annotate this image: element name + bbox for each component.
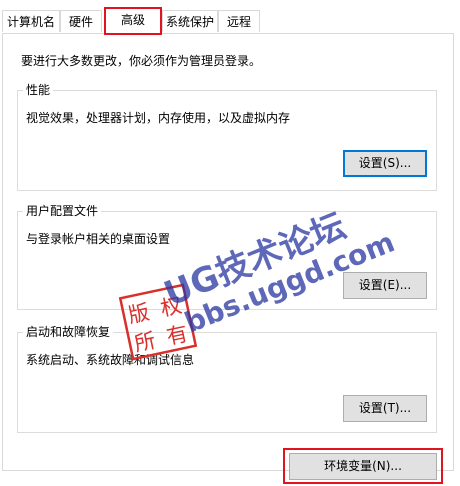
performance-settings-button[interactable]: 设置(S)... [343, 150, 427, 177]
user-profiles-settings-button[interactable]: 设置(E)... [343, 272, 427, 299]
tab-strip: 计算机名 硬件 高级 系统保护 远程 [0, 0, 460, 35]
tab-hardware[interactable]: 硬件 [60, 10, 102, 32]
system-properties-dialog: 计算机名 硬件 高级 系统保护 远程 要进行大多数更改，你必须作为管理员登录。 … [0, 0, 460, 486]
advanced-tab-highlight [104, 7, 162, 35]
performance-description: 视觉效果，处理器计划，内存使用，以及虚拟内存 [26, 111, 291, 125]
startup-recovery-title: 启动和故障恢复 [23, 324, 114, 340]
user-profiles-group: 用户配置文件 与登录帐户相关的桌面设置 设置(E)... [17, 203, 437, 310]
startup-recovery-settings-button[interactable]: 设置(T)... [343, 395, 427, 422]
user-profiles-title: 用户配置文件 [23, 203, 102, 219]
admin-notice: 要进行大多数更改，你必须作为管理员登录。 [21, 54, 262, 68]
startup-recovery-group: 启动和故障恢复 系统启动、系统故障和调试信息 设置(T)... [17, 324, 437, 433]
environment-variables-highlight [283, 448, 443, 484]
user-profiles-description: 与登录帐户相关的桌面设置 [26, 232, 171, 246]
tab-computer-name[interactable]: 计算机名 [2, 10, 60, 32]
startup-recovery-description: 系统启动、系统故障和调试信息 [26, 353, 195, 367]
performance-group: 性能 视觉效果，处理器计划，内存使用，以及虚拟内存 设置(S)... [17, 82, 437, 191]
tab-remote[interactable]: 远程 [218, 10, 260, 32]
tab-system-protection[interactable]: 系统保护 [162, 10, 218, 32]
performance-title: 性能 [23, 82, 54, 98]
